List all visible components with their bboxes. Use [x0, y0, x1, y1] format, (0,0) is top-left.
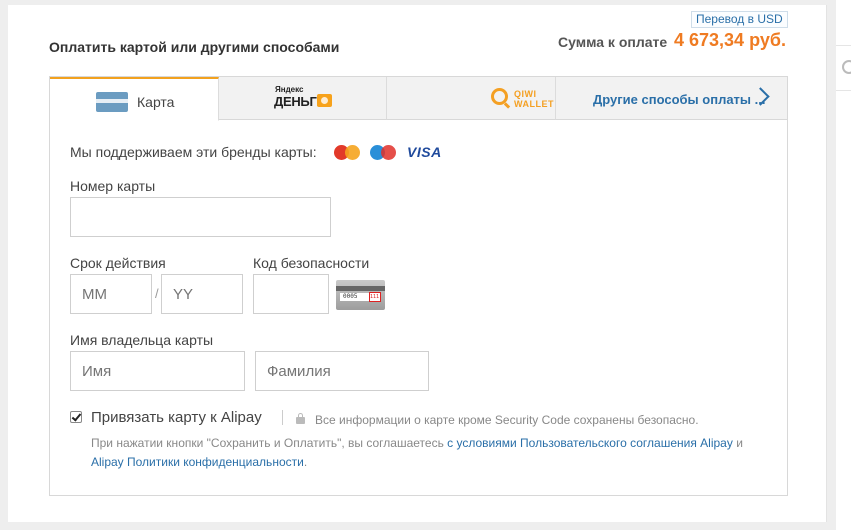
terms-and: и [736, 436, 743, 450]
qiwi-logo-icon [491, 88, 511, 109]
tab-other-label: Другие способы оплаты ... [593, 92, 766, 107]
expiry-separator: / [155, 286, 159, 301]
convert-to-usd-link[interactable]: Перевод в USD [691, 11, 788, 28]
divider [282, 410, 283, 425]
terms-text: При нажатии кнопки "Сохранить и Оплатить… [91, 436, 444, 450]
bind-card-label[interactable]: Привязать карту к Alipay [91, 409, 262, 426]
maestro-icon [370, 145, 396, 160]
expiry-month-input[interactable] [70, 274, 152, 314]
hint-card-number: 0005 [343, 293, 358, 300]
page-title: Оплатить картой или другими способами [49, 39, 340, 55]
visa-icon: VISA [407, 144, 442, 160]
total-label: Сумма к оплате [558, 34, 668, 50]
expiry-year-input[interactable] [161, 274, 243, 314]
user-agreement-link[interactable]: с условиями Пользовательского соглашения… [447, 436, 733, 450]
privacy-policy-link[interactable]: Alipay Политики конфиденциальности [91, 455, 304, 469]
mastercard-icon [334, 145, 360, 160]
terms-end: . [303, 455, 308, 469]
first-name-input[interactable] [70, 351, 245, 391]
right-side-strip [836, 0, 851, 530]
credit-card-icon [96, 92, 128, 112]
expiry-label: Срок действия [70, 255, 166, 271]
last-name-input[interactable] [255, 351, 429, 391]
side-widget[interactable] [836, 45, 851, 91]
hint-cvv-code: 111 [369, 292, 381, 302]
payment-method-tabs: Карта Яндекс ДЕНЬГИ QIWI WALLET Другие с… [50, 77, 787, 121]
tab-card-label: Карта [137, 94, 175, 110]
security-code-label: Код безопасности [253, 255, 370, 271]
supported-brands-label: Мы поддерживаем эти бренды карты: [70, 144, 317, 160]
tab-qiwi-wallet[interactable]: QIWI WALLET [387, 77, 556, 120]
bind-card-checkbox[interactable] [70, 411, 82, 423]
total-amount: 4 673,34 руб. [674, 30, 786, 50]
yandex-wallet-icon [317, 94, 332, 107]
yandex-logo-small-text: Яндекс [275, 85, 304, 94]
qiwi-logo-subtext: WALLET [514, 99, 554, 109]
side-widget-icon [842, 60, 851, 74]
card-number-label: Номер карты [70, 178, 156, 194]
card-number-input[interactable] [70, 197, 331, 237]
terms-notice: При нажатии кнопки "Сохранить и Оплатить… [91, 434, 771, 472]
security-code-hint-icon: 0005 111 [336, 280, 385, 310]
security-code-input[interactable] [253, 274, 329, 314]
tab-other-methods[interactable]: Другие способы оплаты ... [556, 77, 787, 120]
qiwi-logo-text: QIWI [514, 89, 537, 99]
payment-methods-frame: Карта Яндекс ДЕНЬГИ QIWI WALLET Другие с… [49, 76, 788, 496]
security-note: Все информации о карте кроме Security Co… [315, 413, 699, 427]
lock-icon [296, 413, 305, 424]
cardholder-name-label: Имя владельца карты [70, 332, 214, 348]
tab-yandex-money[interactable]: Яндекс ДЕНЬГИ [219, 77, 387, 120]
tab-card[interactable]: Карта [50, 77, 219, 121]
